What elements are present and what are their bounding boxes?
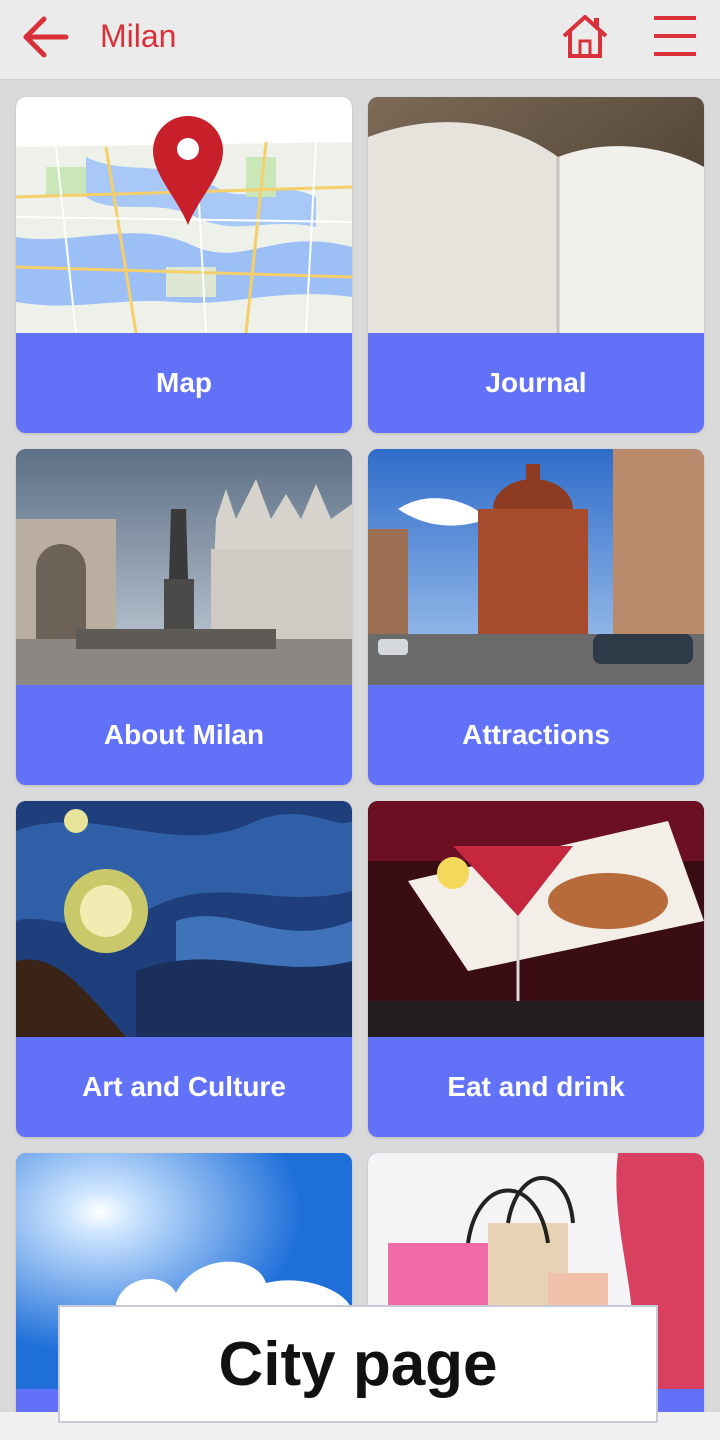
tile-map[interactable]: Map (16, 97, 352, 433)
eat-and-drink-image (368, 801, 704, 1037)
attractions-image (368, 449, 704, 685)
tile-label: Map (16, 333, 352, 433)
back-button[interactable] (18, 12, 74, 62)
tile-label: Eat and drink (368, 1037, 704, 1137)
map-image (16, 97, 352, 333)
tile-eat-and-drink[interactable]: Eat and drink (368, 801, 704, 1137)
home-button[interactable] (560, 12, 610, 62)
screen-caption: City page (58, 1305, 658, 1423)
menu-button[interactable] (650, 12, 700, 62)
map-pin-icon (153, 116, 223, 225)
page-title: Milan (100, 18, 177, 54)
art-and-culture-image (16, 801, 352, 1037)
tile-attractions[interactable]: Attractions (368, 449, 704, 785)
tile-label: Art and Culture (16, 1037, 352, 1137)
tile-about-milan[interactable]: About Milan (16, 449, 352, 785)
top-app-bar: Milan (0, 0, 720, 80)
journal-image (368, 97, 704, 333)
tile-art-and-culture[interactable]: Art and Culture (16, 801, 352, 1137)
hamburger-menu-icon (654, 16, 696, 56)
caption-text: City page (218, 1329, 498, 1399)
tile-label: About Milan (16, 685, 352, 785)
tile-journal[interactable]: Journal (368, 97, 704, 433)
home-icon (562, 15, 608, 58)
about-milan-image (16, 449, 352, 685)
tile-label: Attractions (368, 685, 704, 785)
tile-label: Journal (368, 333, 704, 433)
arrow-left-icon (23, 16, 69, 58)
